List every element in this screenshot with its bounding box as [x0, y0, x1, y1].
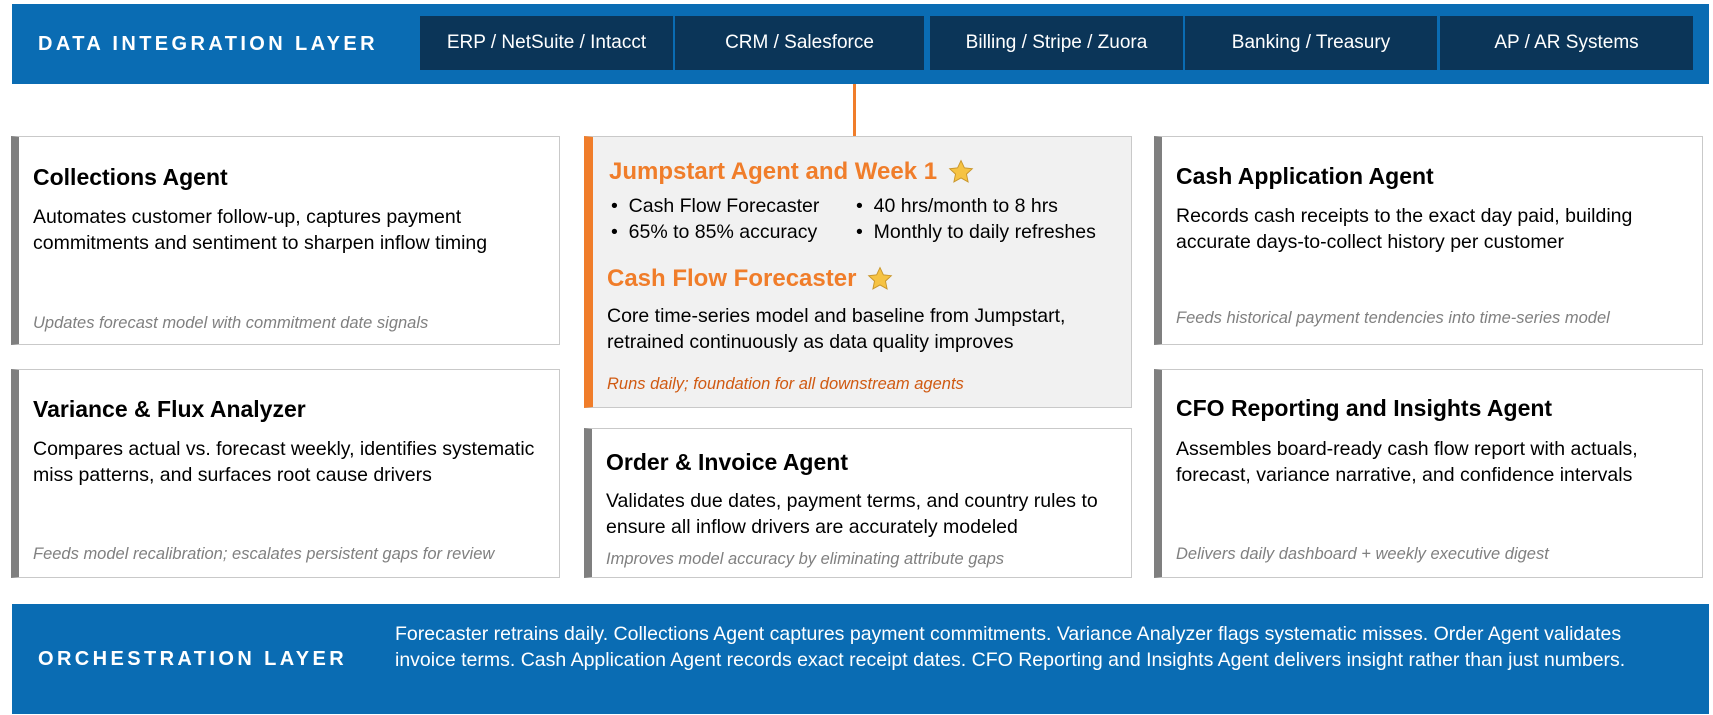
jumpstart-agent-card[interactable]: Jumpstart Agent and Week 1 • Cash Flow F…	[584, 136, 1132, 408]
card-note: Feeds historical payment tendencies into…	[1176, 309, 1610, 327]
card-note: Updates forecast model with commitment d…	[33, 314, 429, 332]
collections-agent-card[interactable]: Collections Agent Automates customer fol…	[11, 136, 560, 345]
card-note: Delivers daily dashboard + weekly execut…	[1176, 545, 1549, 563]
order-invoice-agent-card[interactable]: Order & Invoice Agent Validates due date…	[584, 428, 1132, 578]
forecaster-title-text: Cash Flow Forecaster	[607, 265, 857, 292]
orchestration-layer-title: ORCHESTRATION LAYER	[38, 648, 348, 670]
integration-layer-title: DATA INTEGRATION LAYER	[38, 33, 378, 55]
cash-application-agent-card[interactable]: Cash Application Agent Records cash rece…	[1154, 136, 1703, 345]
card-description: Compares actual vs. forecast weekly, ide…	[33, 438, 535, 486]
bullet-item: • 65% to 85% accuracy	[611, 221, 818, 243]
card-title: Variance & Flux Analyzer	[33, 396, 306, 422]
card-title: Order & Invoice Agent	[606, 449, 848, 475]
card-title: Cash Application Agent	[1176, 163, 1434, 189]
forecaster-title: Cash Flow Forecaster	[607, 265, 894, 293]
card-description: Records cash receipts to the exact day p…	[1176, 205, 1633, 253]
star-icon	[868, 266, 893, 290]
source-chip-billing[interactable]: Billing / Stripe / Zuora	[930, 16, 1183, 70]
orchestration-layer: ORCHESTRATION LAYER Forecaster retrains …	[12, 604, 1709, 714]
card-note: Feeds model recalibration; escalates per…	[33, 545, 495, 563]
card-note: Runs daily; foundation for all downstrea…	[607, 375, 964, 393]
card-description: Automates customer follow-up, captures p…	[33, 206, 488, 254]
source-chip-erp[interactable]: ERP / NetSuite / Intacct	[420, 16, 673, 70]
source-chip-ap-ar[interactable]: AP / AR Systems	[1440, 16, 1693, 70]
cfo-reporting-agent-card[interactable]: CFO Reporting and Insights Agent Assembl…	[1154, 369, 1703, 578]
card-title: CFO Reporting and Insights Agent	[1176, 395, 1553, 421]
bullet-item: • Monthly to daily refreshes	[856, 221, 1096, 243]
card-title: Collections Agent	[33, 164, 228, 190]
card-note: Improves model accuracy by eliminating a…	[606, 550, 1005, 568]
jumpstart-title: Jumpstart Agent and Week 1	[609, 158, 975, 186]
forecaster-description: Core time-series model and baseline from…	[607, 305, 1066, 353]
source-chip-crm[interactable]: CRM / Salesforce	[675, 16, 924, 70]
card-description: Assembles board-ready cash flow report w…	[1176, 438, 1638, 486]
star-icon	[948, 159, 974, 183]
variance-flux-analyzer-card[interactable]: Variance & Flux Analyzer Compares actual…	[11, 369, 560, 578]
data-integration-layer: DATA INTEGRATION LAYER ERP / NetSuite / …	[12, 4, 1709, 84]
orchestration-summary: Forecaster retrains daily. Collections A…	[395, 623, 1626, 671]
source-chip-banking[interactable]: Banking / Treasury	[1185, 16, 1437, 70]
jumpstart-title-text: Jumpstart Agent and Week 1	[609, 158, 938, 185]
bullet-item: • Cash Flow Forecaster	[611, 195, 820, 217]
bullet-item: • 40 hrs/month to 8 hrs	[856, 195, 1058, 217]
card-description: Validates due dates, payment terms, and …	[606, 490, 1098, 538]
connector-line	[853, 84, 856, 136]
